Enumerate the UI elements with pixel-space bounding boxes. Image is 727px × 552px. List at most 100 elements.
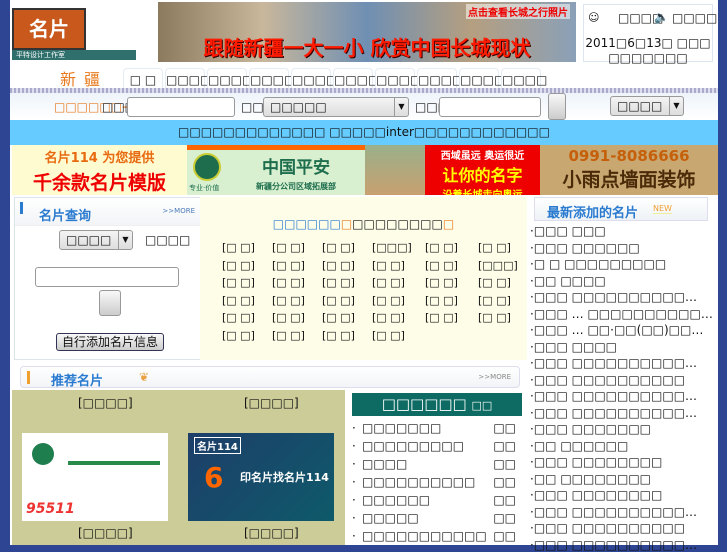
sound-link[interactable]: □□□□ <box>672 11 717 25</box>
category-link[interactable]: [□ □] <box>322 294 355 307</box>
category-link[interactable]: [□ □] <box>425 276 458 289</box>
latest-item[interactable]: ·□□□ … □□□□□□□□□□… <box>530 307 713 321</box>
latest-item[interactable]: ·□□□ □□□□□□□□□□ <box>530 373 685 387</box>
more-link[interactable]: >>MORE <box>162 207 195 215</box>
category-link[interactable]: [□ □] <box>322 276 355 289</box>
nav-tab[interactable]: □□□□ <box>249 68 295 90</box>
ranking-name: □□□□□□□□□ <box>362 439 465 453</box>
query-type-select[interactable]: □□□□ ▼ <box>59 230 133 250</box>
category-link[interactable]: [□ □] <box>272 311 305 324</box>
date-text: 2011□6□13□ □□□ <box>585 36 711 50</box>
category-link[interactable]: [□ □] <box>222 294 255 307</box>
category-link[interactable]: [□ □] <box>322 241 355 254</box>
banner-link[interactable]: 点击查看长城之行照片 <box>466 4 570 19</box>
latest-item[interactable]: ·□□□ □□□□□□□ <box>530 422 651 436</box>
category-link[interactable]: [□ □] <box>372 311 405 324</box>
category-link[interactable]: [□ □] <box>222 259 255 272</box>
category-link[interactable]: [□ □] <box>222 329 255 342</box>
latest-item[interactable]: ·□□□ □□□□□□ <box>530 241 640 255</box>
category-link[interactable]: [□ □] <box>272 276 305 289</box>
category-title: □□□□□□□□□□□□□□□□ <box>272 217 455 231</box>
category-link[interactable]: [□ □] <box>478 294 511 307</box>
latest-item[interactable]: ·□□□ □□□□□□□□□□ <box>530 521 685 535</box>
ad-decoration[interactable]: 0991-8086666 小雨点墙面装饰 <box>540 145 718 195</box>
nav-tab[interactable]: □□□□ <box>333 68 379 90</box>
query-input[interactable] <box>35 267 179 287</box>
nav-tab[interactable]: □□□□ <box>375 68 421 90</box>
business-card-image[interactable]: 名片114 6 印名片找名片114 <box>188 433 334 521</box>
latest-item[interactable]: ·□□□ □□□□□□□□□□… <box>530 389 697 403</box>
latest-item[interactable]: ·□□□ □□□□□□□□ <box>530 455 662 469</box>
latest-item[interactable]: ·□□□ □□□□ <box>530 340 617 354</box>
category-link[interactable]: [□ □] <box>372 329 405 342</box>
bullet: · <box>352 529 356 543</box>
query-label: □□□□ <box>145 233 191 247</box>
more-link[interactable]: >>MORE <box>478 373 511 381</box>
category-link[interactable]: [□ □] <box>425 294 458 307</box>
latest-item[interactable]: ·□□ □□□□□□ <box>530 439 628 453</box>
latest-item[interactable]: ·□□ □□□□ <box>530 274 606 288</box>
ad-templates[interactable]: 名片114 为您提供 千余款名片模版 <box>12 145 187 195</box>
latest-item[interactable]: ·□□ □□□□□□□□ <box>530 472 651 486</box>
latest-item[interactable]: ·□ □ □□□□□□□□□ <box>530 257 666 271</box>
nav-tab[interactable]: □□□□ <box>291 68 337 90</box>
card-query-panel: 名片查询 >>MORE □□□□ ▼ □□□□ 自行添加名片信息 <box>14 197 202 360</box>
scope-select[interactable]: □□□□ ▼ <box>610 96 684 116</box>
category-link[interactable]: [□ □] <box>222 311 255 324</box>
category-link[interactable]: [□ □] <box>372 294 405 307</box>
ad-slogan: 专业·价值 <box>189 184 220 192</box>
latest-item[interactable]: ·□□□ □□□□□□□□□□… <box>530 406 697 420</box>
category-link[interactable]: [□ □] <box>478 241 511 254</box>
latest-item[interactable]: ·□□□ □□□□□□□□□□… <box>530 356 697 370</box>
query-submit-button[interactable] <box>99 290 121 316</box>
nav-tab[interactable]: □□□□ <box>417 68 463 90</box>
nav-tab[interactable]: □ □ <box>123 68 163 90</box>
category-link[interactable]: [□ □] <box>322 329 355 342</box>
category-link[interactable]: [□□□] <box>372 241 412 254</box>
speaker-icon[interactable]: 🔈 <box>654 10 669 24</box>
category-link[interactable]: [□ □] <box>222 276 255 289</box>
category-link[interactable]: [□ □] <box>478 276 511 289</box>
category-link[interactable]: [□ □] <box>222 241 255 254</box>
keyword-input[interactable] <box>127 97 235 117</box>
name-input[interactable] <box>439 97 541 117</box>
category-link[interactable]: [□ □] <box>322 259 355 272</box>
category-link[interactable]: [□ □] <box>425 311 458 324</box>
latest-item[interactable]: ·□□□ □□□□□□□□ <box>530 488 662 502</box>
category-link[interactable]: [□ □] <box>425 259 458 272</box>
category-link[interactable]: [□ □] <box>322 311 355 324</box>
nav-tab[interactable]: □□□□ <box>459 68 505 90</box>
category-select[interactable]: □□□□□ ▼ <box>263 97 409 117</box>
latest-item[interactable]: ·□□□ … □□·□□(□□)□□… <box>530 323 703 337</box>
ad-photo[interactable] <box>365 145 425 195</box>
category-link[interactable]: [□ □] <box>478 311 511 324</box>
card-label[interactable]: [□□□□] <box>244 526 299 540</box>
ranking-name: □□□□□□ <box>362 493 431 507</box>
category-link[interactable]: [□ □] <box>272 294 305 307</box>
latest-item[interactable]: ·□□□ □□□ <box>530 224 606 238</box>
banner-title: 跟随新疆一大一小 欣赏中国长城现状 <box>203 36 531 60</box>
ad-pingan[interactable]: 中国平安 新疆分公司区域拓展部 专业·价值 <box>187 145 365 195</box>
category-link[interactable]: [□□□] <box>478 259 518 272</box>
card-label[interactable]: [□□□□] <box>244 396 299 410</box>
nav-tab[interactable]: □□□□ <box>501 68 547 90</box>
business-card-image[interactable]: 95511 <box>22 433 168 521</box>
category-link[interactable]: [□ □] <box>272 259 305 272</box>
category-link[interactable]: [□ □] <box>372 259 405 272</box>
search-button[interactable] <box>548 93 566 120</box>
category-link[interactable]: [□ □] <box>272 329 305 342</box>
add-card-button[interactable]: 自行添加名片信息 <box>56 333 164 351</box>
header-banner[interactable]: 点击查看长城之行照片 跟随新疆一大一小 欣赏中国长城现状 <box>158 2 576 62</box>
category-link[interactable]: [□ □] <box>272 241 305 254</box>
category-link[interactable]: [□ □] <box>372 276 405 289</box>
logo-subtitle: 平特设计工作室 <box>12 50 136 60</box>
card-label[interactable]: [□□□□] <box>78 396 133 410</box>
latest-item[interactable]: ·□□□ □□□□□□□□□□… <box>530 290 697 304</box>
card-label[interactable]: [□□□□] <box>78 526 133 540</box>
site-logo[interactable]: 名片114 平特设计工作室 <box>10 0 138 79</box>
latest-item[interactable]: ·□□□ □□□□□□□□□□… <box>530 505 697 519</box>
nav-tab[interactable]: □□□□ <box>165 68 211 90</box>
category-link[interactable]: [□ □] <box>425 241 458 254</box>
ad-great-wall[interactable]: 西域虽远 奥运很近 让你的名字 沿着长城走向奥运 <box>425 145 540 195</box>
nav-tab[interactable]: □□□□ <box>207 68 253 90</box>
